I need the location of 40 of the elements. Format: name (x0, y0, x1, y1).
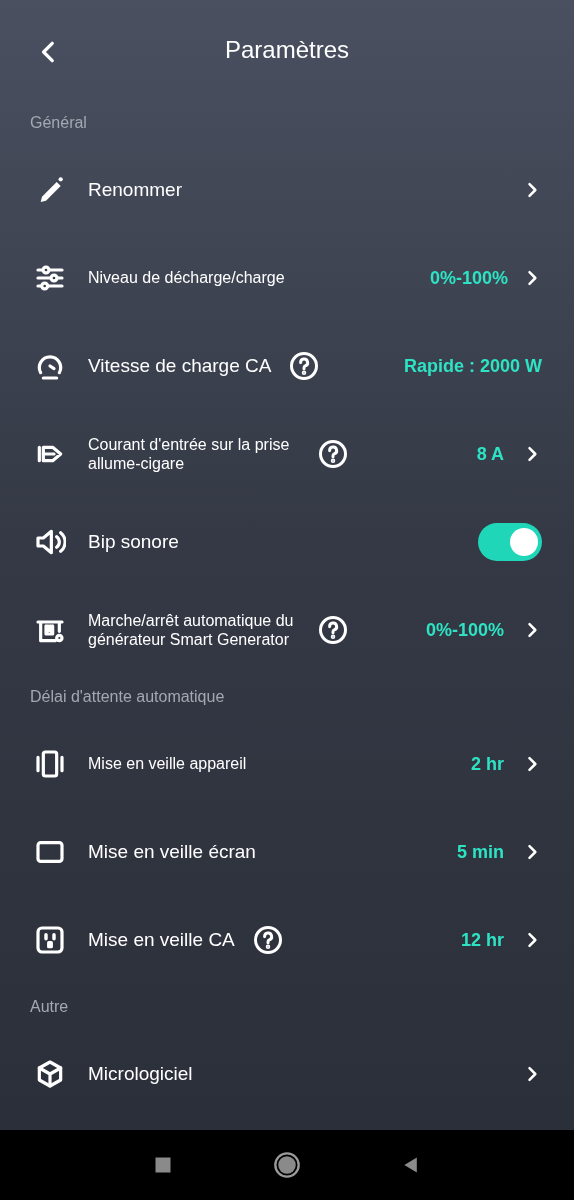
help-icon[interactable] (289, 351, 320, 381)
settings-row[interactable]: Mise en veille CA 12 hr (0, 896, 574, 984)
help-icon[interactable] (318, 439, 348, 469)
setting-label: Bip sonore (88, 530, 179, 554)
settings-row[interactable]: Bip sonore (0, 498, 574, 586)
help-icon[interactable] (252, 925, 283, 955)
settings-row[interactable]: Mise en veille écran 5 min (0, 808, 574, 896)
section-header: Délai d'attente automatique (29, 687, 226, 707)
setting-value: 0%-100% (429, 267, 508, 289)
screen-title: Paramètres (224, 36, 349, 64)
setting-label: Marche/arrêt automatique du générateur Smart Generator (88, 610, 295, 650)
setting-value: 5 min (457, 841, 504, 863)
outlet-icon (34, 924, 66, 956)
settings-row[interactable]: Marche/arrêt automatique du générateur Smart Generator 0%-100% (0, 586, 574, 674)
setting-label: Mise en veille appareil (88, 754, 247, 774)
setting-value: Rapide : 2000 W (403, 355, 542, 377)
settings-row[interactable]: Renommer (0, 146, 574, 234)
phone-vibrate-icon (34, 748, 66, 780)
settings-row[interactable]: Micrologiciel (0, 1030, 574, 1118)
setting-label: Renommer (88, 178, 182, 202)
recents-icon[interactable] (153, 1155, 173, 1175)
section-header: Autre (29, 997, 70, 1017)
settings-row[interactable]: Vitesse de charge CA Rapide : 2000 W (0, 322, 574, 410)
settings-row[interactable]: Mise en veille appareil 2 hr (0, 720, 574, 808)
section-header: Général (29, 113, 88, 133)
home-icon[interactable] (273, 1151, 301, 1179)
setting-label: Mise en veille CA (88, 928, 235, 952)
help-icon[interactable] (318, 615, 348, 645)
setting-label: Courant d'entrée sur la prise allume-cigare (88, 434, 291, 474)
setting-label: Micrologiciel (88, 1062, 193, 1086)
setting-label: Mise en veille écran (88, 840, 256, 864)
setting-value: 2 hr (471, 753, 504, 775)
setting-value: 8 A (476, 443, 504, 465)
settings-row[interactable]: Courant d'entrée sur la prise allume-cigare 8 A (0, 410, 574, 498)
setting-value: 12 hr (460, 929, 504, 951)
setting-label: Niveau de décharge/charge (88, 268, 285, 288)
toggle-switch[interactable] (478, 523, 542, 561)
settings-row[interactable]: Niveau de décharge/charge 0%-100% (0, 234, 574, 322)
setting-label: Vitesse de charge CA (88, 354, 272, 378)
setting-value: 0%-100% (425, 619, 504, 641)
